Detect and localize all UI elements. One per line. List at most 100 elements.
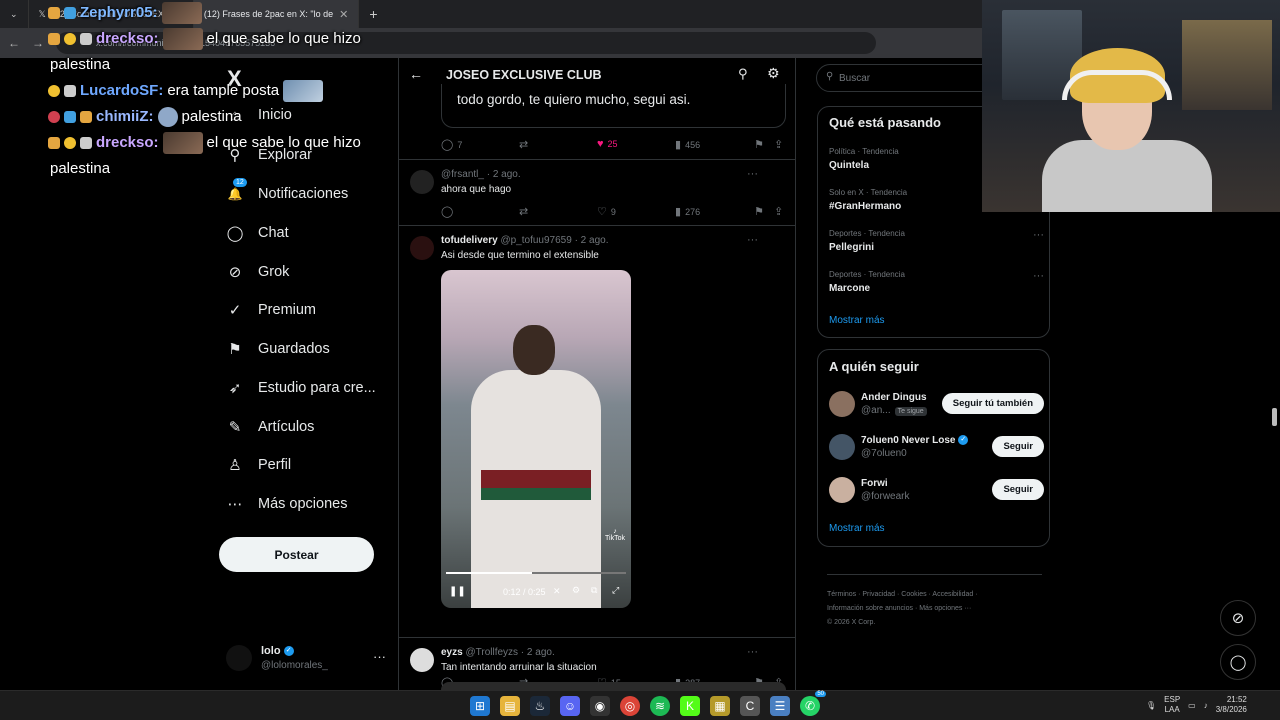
- nav-item-articulos[interactable]: ✎ Artículos: [226, 418, 315, 436]
- account-switcher[interactable]: lolo ✓ @lolomorales_ ···: [226, 643, 386, 675]
- more-options-icon[interactable]: ···: [1033, 229, 1044, 241]
- follow-button[interactable]: Seguir: [992, 436, 1044, 457]
- nav-item-chat[interactable]: ◯ Chat: [226, 224, 289, 242]
- chat-message: chimiiZ: palestina: [48, 104, 428, 130]
- follow-button[interactable]: Seguir: [992, 479, 1044, 500]
- steam-icon[interactable]: ♨: [530, 696, 550, 716]
- gear-icon[interactable]: ⚙: [572, 585, 580, 596]
- microphone-icon[interactable]: 🎙: [1146, 701, 1156, 710]
- more-options-icon[interactable]: ···: [747, 234, 758, 246]
- more-options-icon[interactable]: ···: [373, 649, 386, 664]
- whatsapp-icon[interactable]: ✆ 50: [800, 691, 826, 716]
- avatar[interactable]: [829, 391, 855, 417]
- avatar[interactable]: [829, 434, 855, 460]
- repost-button[interactable]: ⇄: [519, 205, 528, 218]
- pause-icon[interactable]: ❚❚: [449, 586, 466, 597]
- windows-start-icon[interactable]: ⊞: [470, 696, 490, 716]
- video-player[interactable]: ♪ TikTok ❚❚ 0:12 / 0:25 ✕ ⚙ ⧉ ⤢: [441, 270, 631, 608]
- like-button[interactable]: ♥ 25: [597, 138, 618, 150]
- nav-item-premium[interactable]: ✓ Premium: [226, 301, 316, 319]
- bookmark-button[interactable]: ⚑: [754, 205, 764, 218]
- avatar[interactable]: [829, 477, 855, 503]
- grok-float-icon[interactable]: ⊘: [1220, 600, 1256, 636]
- share-button[interactable]: ⇪: [774, 205, 783, 218]
- bookmark-button[interactable]: ⚑: [754, 138, 764, 151]
- notepad-icon[interactable]: ☰: [770, 696, 790, 716]
- post-item[interactable]: @frsantl_ · 2 ago. ··· ahora que hago ◯ …: [399, 160, 795, 225]
- follow-back-button[interactable]: Seguir tú también: [941, 393, 1044, 414]
- nav-item-estudio[interactable]: ➶ Estudio para cre...: [226, 379, 376, 397]
- messages-float-icon[interactable]: ◯: [1220, 644, 1256, 680]
- avatar[interactable]: [410, 236, 434, 260]
- reply-button[interactable]: ◯: [441, 205, 453, 218]
- forward-icon[interactable]: →: [32, 36, 44, 50]
- like-count: 25: [607, 139, 618, 149]
- more-options-icon[interactable]: ···: [747, 646, 758, 658]
- nav-item-guardados[interactable]: ⚑ Guardados: [226, 340, 329, 358]
- post-item[interactable]: tofudelivery @p_tofuu97659 · 2 ago. ··· …: [399, 226, 795, 689]
- nav-item-grok[interactable]: ⊘ Grok: [226, 263, 290, 281]
- trend-item[interactable]: Deportes · Tendencia Pellegrini ···: [829, 229, 1044, 253]
- page-title: JOSEO EXCLUSIVE CLUB: [446, 68, 602, 82]
- x-favicon-icon: 𝕏: [38, 8, 46, 19]
- chat-bubble-icon: ◯: [226, 225, 244, 242]
- footer-line[interactable]: Términos · Privacidad · Cookies · Accesi…: [827, 588, 1042, 602]
- views-button[interactable]: ▮ 456: [675, 138, 700, 151]
- trend-item[interactable]: Deportes · Tendencia Marcone ···: [829, 270, 1044, 294]
- chat-emote-icon: [161, 2, 202, 24]
- views-count: 276: [685, 206, 701, 217]
- avatar[interactable]: [410, 648, 434, 672]
- tab-list-button[interactable]: ⌄: [0, 0, 29, 28]
- show-more-link[interactable]: Mostrar más: [829, 523, 885, 534]
- follow-suggestion[interactable]: 7oluen0 Never Lose ✓ @7oluen0 Seguir: [829, 434, 1044, 464]
- webcam-person-body: [1042, 140, 1212, 212]
- game-app-icon[interactable]: ▦: [710, 696, 730, 716]
- more-options-icon[interactable]: ···: [747, 168, 758, 180]
- post-button[interactable]: Postear: [219, 537, 374, 572]
- volume-icon[interactable]: ♪: [1204, 701, 1208, 710]
- post-actions: ◯ ⇄ ♡ 9 ▮ 276 ⚑ ⇪: [441, 205, 791, 219]
- follow-suggestion[interactable]: Forwi @forweark Seguir: [829, 477, 1044, 507]
- file-explorer-icon[interactable]: ▤: [500, 696, 520, 716]
- search-placeholder: Buscar: [839, 72, 871, 84]
- obs-icon[interactable]: ◉: [590, 696, 610, 716]
- bell-glyph: 🔔: [227, 187, 243, 201]
- chat-badge-icon: [48, 111, 60, 123]
- mute-icon[interactable]: ✕: [553, 586, 561, 597]
- kick-icon[interactable]: K: [680, 696, 700, 716]
- chrome-icon[interactable]: ◎: [620, 696, 640, 716]
- show-more-link[interactable]: Mostrar más: [829, 315, 885, 326]
- quoted-post[interactable]: todo gordo, te quiero mucho, segui asi.: [441, 84, 786, 128]
- heart-icon: ♡: [597, 206, 607, 218]
- nav-item-mas-opciones[interactable]: ⋯ Más opciones: [226, 495, 348, 513]
- gear-icon[interactable]: ⚙: [767, 65, 780, 82]
- post-media-preview[interactable]: [441, 682, 786, 690]
- like-button[interactable]: ♡ 9: [597, 205, 616, 218]
- chat-badge-icon: [64, 33, 76, 45]
- share-button[interactable]: ⇪: [774, 138, 783, 151]
- views-button[interactable]: ▮ 276: [675, 205, 700, 218]
- back-icon[interactable]: ←: [8, 36, 20, 50]
- chat-username: dreckso:: [96, 30, 159, 47]
- ccleaner-icon[interactable]: C: [740, 696, 760, 716]
- discord-icon[interactable]: ☺: [560, 696, 580, 716]
- nav-label: Estudio para cre...: [258, 380, 376, 396]
- spotify-icon[interactable]: ≋: [650, 696, 670, 716]
- reply-button[interactable]: ◯ 7: [441, 138, 462, 151]
- follow-suggestion[interactable]: Ander Dingus @an... Te sigue Seguir tú ta…: [829, 391, 1044, 421]
- pip-icon[interactable]: ⧉: [591, 585, 597, 596]
- repost-button[interactable]: ⇄: [519, 138, 528, 151]
- nav-item-notificaciones[interactable]: 🔔 12 Notificaciones: [226, 178, 348, 203]
- video-progress-bar[interactable]: [446, 572, 626, 574]
- fullscreen-icon[interactable]: ⤢: [612, 585, 619, 596]
- person-icon: ♙: [228, 457, 242, 474]
- post-actions: ◯ 7 ⇄ ♥ 25 ▮ 456 ⚑ ⇪: [441, 138, 791, 152]
- clock[interactable]: 21:52 3/8/2026: [1216, 695, 1247, 715]
- more-options-icon[interactable]: ···: [1033, 270, 1044, 282]
- language-indicator[interactable]: ESP LAA: [1164, 695, 1180, 715]
- scrollbar[interactable]: [1272, 408, 1277, 426]
- footer-line[interactable]: Información sobre anuncios · Más opcione…: [827, 602, 1042, 616]
- nav-item-perfil[interactable]: ♙ Perfil: [226, 456, 291, 474]
- search-icon[interactable]: ⚲: [738, 66, 748, 82]
- network-icon[interactable]: ▭: [1188, 701, 1196, 710]
